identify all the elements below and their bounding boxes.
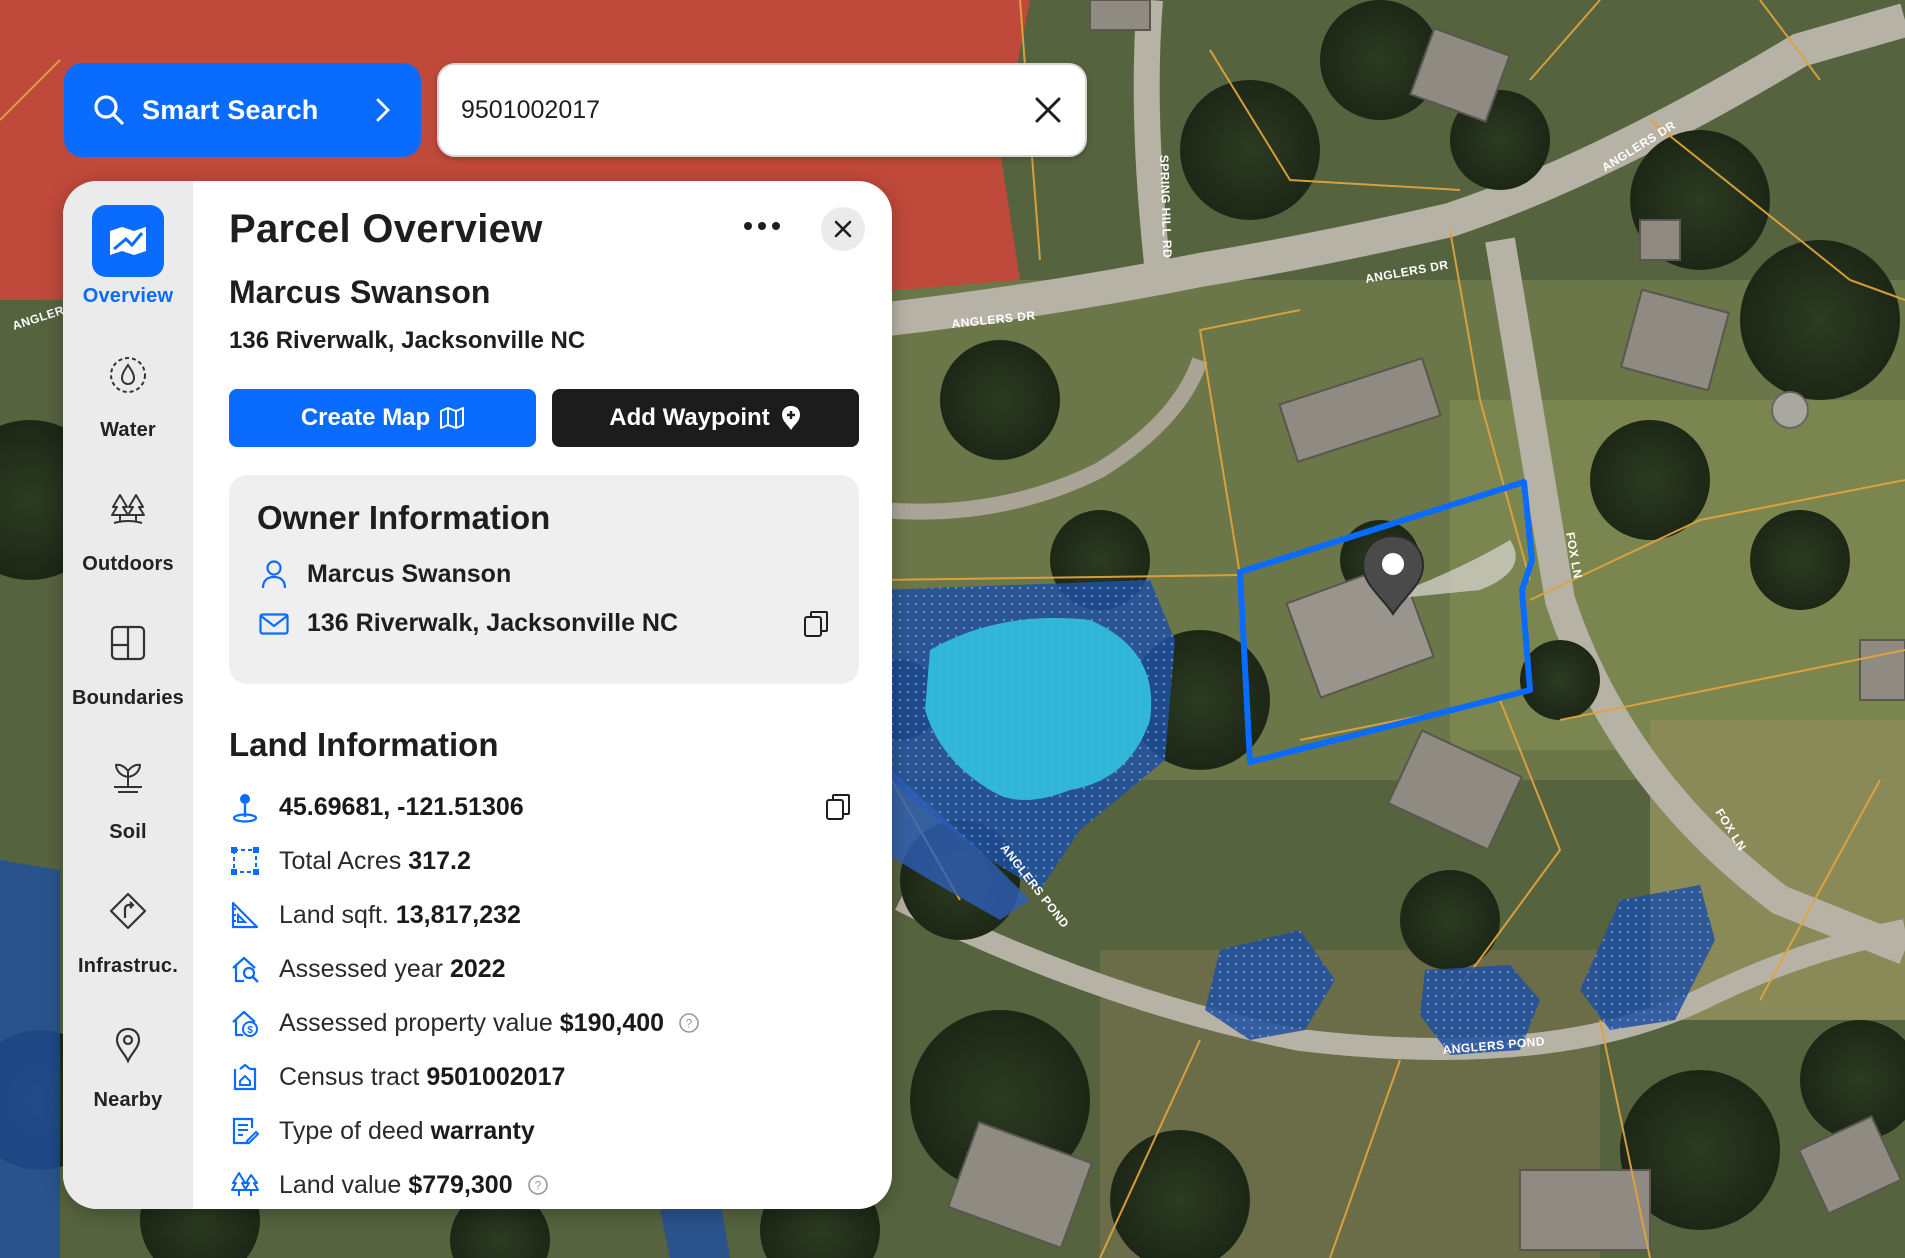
search-field: [437, 63, 1087, 157]
parcel-overview-panel: Overview Water Outdoors Boundaries Soil: [63, 181, 892, 1209]
owner-card-name: Marcus Swanson: [307, 559, 512, 588]
add-waypoint-label: Add Waypoint: [609, 404, 770, 431]
land-information-title: Land Information: [229, 726, 499, 763]
sidebar-item-label: Soil: [109, 821, 147, 843]
census-tract-value: 9501002017: [426, 1062, 566, 1091]
search-input[interactable]: [461, 95, 1033, 125]
add-waypoint-button[interactable]: Add Waypoint: [552, 389, 859, 447]
sidebar-item-overview[interactable]: Overview: [63, 199, 193, 333]
water-drop-icon: [92, 339, 164, 411]
panel-content: Parcel Overview Marcus Swanson 136 River…: [193, 181, 892, 1209]
sprout-icon: [92, 741, 164, 813]
sidebar-item-label: Infrastruc.: [77, 955, 178, 977]
sidebar-item-boundaries[interactable]: Boundaries: [63, 601, 193, 735]
land-row-total-acres: Total Acres 317.2: [229, 834, 859, 888]
land-value-value: $779,300: [408, 1170, 513, 1199]
land-sqft-label: Land sqft.: [279, 900, 389, 929]
land-row-deed-type: Type of deed warranty: [229, 1104, 859, 1158]
assessed-year-value: 2022: [449, 954, 506, 983]
smart-search-button[interactable]: Smart Search: [64, 63, 421, 157]
create-map-label: Create Map: [300, 404, 431, 431]
assessed-value-help-icon[interactable]: ?: [678, 1012, 700, 1034]
owner-name-heading: Marcus Swanson: [229, 274, 491, 310]
sidebar-item-nearby[interactable]: Nearby: [63, 1003, 193, 1137]
sidebar-item-label: Nearby: [93, 1089, 163, 1111]
land-row-land-sqft: Land sqft. 13,817,232: [229, 888, 859, 942]
sidebar-item-soil[interactable]: Soil: [63, 735, 193, 869]
sidebar: Overview Water Outdoors Boundaries Soil: [63, 181, 193, 1209]
boundaries-grid-icon: [92, 607, 164, 679]
house-dollar-icon: $: [232, 1010, 258, 1037]
deed-type-value: warranty: [430, 1116, 535, 1145]
assessed-value-label: Assessed property value: [279, 1008, 553, 1037]
land-value-help-icon[interactable]: ?: [527, 1174, 549, 1196]
svg-text:$: $: [247, 1025, 253, 1036]
land-row-coordinates: 45.69681, -121.51306: [229, 780, 859, 834]
close-panel-button[interactable]: [821, 207, 865, 251]
road-sign-icon: [92, 875, 164, 947]
mail-icon: [259, 612, 289, 635]
coordinates-value: 45.69681, -121.51306: [279, 792, 524, 821]
close-icon: [834, 220, 852, 238]
total-acres-label: Total Acres: [279, 846, 402, 875]
search-icon: [94, 95, 124, 125]
copy-coordinates-icon[interactable]: [825, 793, 851, 821]
land-sqft-value: 13,817,232: [395, 900, 521, 929]
sidebar-item-label: Water: [100, 419, 156, 441]
map-icon: [440, 407, 465, 429]
document-pen-icon: [232, 1117, 260, 1145]
svg-text:?: ?: [534, 1179, 541, 1193]
owner-information-title: Owner Information: [257, 499, 551, 536]
area-select-icon: [231, 847, 259, 875]
census-home-icon: [233, 1063, 257, 1091]
house-search-icon: [232, 956, 259, 983]
sidebar-item-label: Boundaries: [71, 687, 185, 709]
sidebar-item-outdoors[interactable]: Outdoors: [63, 467, 193, 601]
sidebar-item-label: Outdoors: [82, 553, 174, 575]
clear-search-icon[interactable]: [1033, 95, 1063, 125]
land-information-list: 45.69681, -121.51306 Total Acres 317.2 La…: [229, 780, 859, 1209]
land-row-census-tract: Census tract 9501002017: [229, 1050, 859, 1104]
land-row-land-value: Land value $779,300 ?: [229, 1158, 859, 1209]
total-acres-value: 317.2: [408, 846, 471, 875]
create-map-button[interactable]: Create Map: [229, 389, 536, 447]
waypoint-plus-icon: [781, 406, 800, 430]
overview-map-icon: [92, 205, 164, 277]
trees-value-icon: [231, 1172, 259, 1196]
owner-address-heading: 136 Riverwalk, Jacksonville NC: [229, 327, 586, 354]
census-tract-label: Census tract: [279, 1062, 420, 1091]
svg-text:?: ?: [686, 1017, 693, 1031]
person-icon: [261, 560, 287, 589]
sidebar-item-water[interactable]: Water: [63, 333, 193, 467]
sidebar-item-infrastructure[interactable]: Infrastruc.: [63, 869, 193, 1003]
copy-address-icon[interactable]: [803, 610, 829, 638]
ruler-triangle-icon: [231, 901, 259, 929]
trees-icon: [92, 473, 164, 545]
chevron-right-icon: [376, 98, 390, 122]
land-value-label: Land value: [279, 1170, 402, 1199]
smart-search-label: Smart Search: [142, 94, 319, 125]
sidebar-item-label: Overview: [82, 285, 174, 307]
assessed-year-label: Assessed year: [279, 954, 443, 983]
location-marker-icon: [232, 794, 258, 823]
pin-icon: [92, 1009, 164, 1081]
owner-card-address: 136 Riverwalk, Jacksonville NC: [307, 609, 679, 637]
owner-information-card: Owner Information Marcus Swanson 136 Riv…: [229, 475, 859, 684]
assessed-value-value: $190,400: [559, 1008, 665, 1037]
land-row-assessed-value: $ Assessed property value $190,400 ?: [229, 996, 859, 1050]
land-row-assessed-year: Assessed year 2022: [229, 942, 859, 996]
more-options-icon[interactable]: [743, 221, 781, 231]
deed-type-label: Type of deed: [279, 1116, 424, 1145]
